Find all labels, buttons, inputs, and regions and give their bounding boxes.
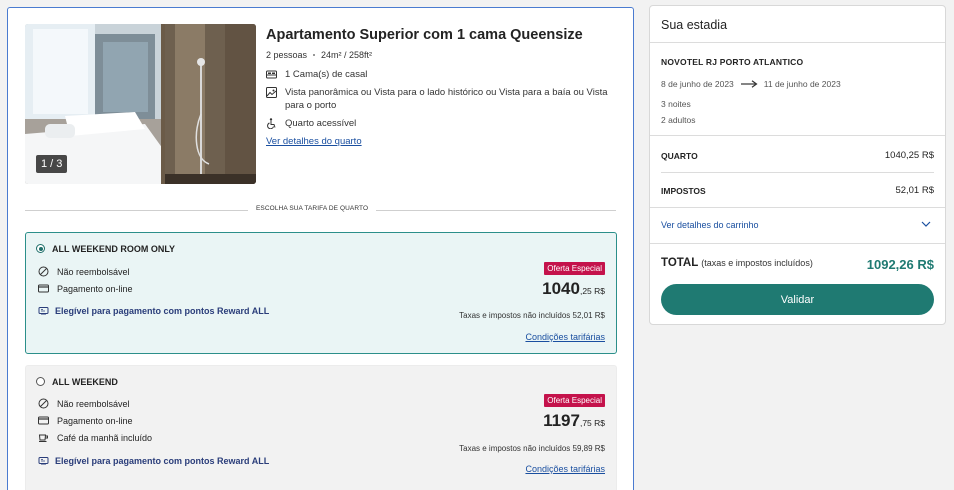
view-icon <box>266 87 277 98</box>
page: 1 / 3 Apartamento Superior com 1 cama Qu… <box>0 0 954 490</box>
rate-condition-label: Pagamento on-line <box>57 283 133 294</box>
chevron-down-icon[interactable] <box>921 221 931 228</box>
price-integer: 1040 <box>542 279 580 298</box>
rate-condition-online-payment: Pagamento on-line <box>38 415 133 426</box>
rate-price: 1040,25 R$ <box>542 279 605 299</box>
divider <box>650 42 945 43</box>
cart-details-link[interactable]: Ver detalhes do carrinho <box>661 220 759 230</box>
rate-option-selected[interactable]: ALL WEEKEND ROOM ONLY Não reembolsável P… <box>25 232 617 354</box>
tax-value: 52,01 R$ <box>895 185 934 196</box>
rate-name: ALL WEEKEND <box>52 377 118 387</box>
validate-button[interactable]: Validar <box>661 284 934 315</box>
room-feature-label: Vista panorâmica ou Vista para o lado hi… <box>285 87 608 111</box>
stay-title: Sua estadia <box>661 18 728 32</box>
tax-note: Taxas e impostos não incluídos 52,01 R$ <box>459 311 605 320</box>
adults-count: 2 adultos <box>661 115 696 125</box>
stay-dates: 8 de junho de 2023 11 de junho de 2023 <box>661 79 841 89</box>
rate-condition-label: Pagamento on-line <box>57 415 133 426</box>
divider <box>650 135 945 136</box>
total-label-text: TOTAL <box>661 257 699 269</box>
credit-card-icon <box>38 416 49 425</box>
special-offer-badge: Oferta Especial <box>544 262 605 275</box>
rate-condition-label: Não reembolsável <box>57 266 130 277</box>
room-info: Apartamento Superior com 1 cama Queensiz… <box>266 27 621 149</box>
arrow-right-icon <box>740 80 758 88</box>
rate-name: ALL WEEKEND ROOM ONLY <box>52 244 176 254</box>
date-to: 11 de junho de 2023 <box>763 79 841 89</box>
rate-radio[interactable] <box>36 377 45 386</box>
stay-summary: Sua estadia NOVOTEL RJ PORTO ATLANTICO 8… <box>649 5 946 325</box>
rate-radio-checked[interactable] <box>36 244 45 253</box>
room-size: 24m² / 258ft² <box>321 50 373 60</box>
rate-conditions-link[interactable]: Condições tarifárias <box>525 332 605 342</box>
rate-condition-nonrefundable: Não reembolsável <box>38 398 130 409</box>
room-feature-view: Vista panorâmica ou Vista para o lado hi… <box>266 86 621 112</box>
room-title: Apartamento Superior com 1 cama Queensiz… <box>266 27 583 43</box>
total-label: TOTAL (taxas e impostos incluídos) <box>661 257 813 269</box>
separator-dot <box>313 54 316 56</box>
rate-condition-label: Não reembolsável <box>57 398 130 409</box>
rate-condition-nonrefundable: Não reembolsável <box>38 266 130 277</box>
rate-condition-breakfast: Café da manhã incluído <box>38 432 152 443</box>
price-decimal: ,75 R$ <box>579 418 605 428</box>
rate-section-label: ESCOLHA SUA TARIFA DE QUARTO <box>248 205 377 212</box>
rate-condition-label: Café da manhã incluído <box>57 432 153 443</box>
room-card: 1 / 3 Apartamento Superior com 1 cama Qu… <box>7 7 634 490</box>
room-guests: 2 pessoas <box>266 50 308 60</box>
total-value: 1092,26 R$ <box>866 257 934 272</box>
no-refund-icon <box>38 398 49 409</box>
price-decimal: ,25 R$ <box>579 286 605 296</box>
special-offer-badge: Oferta Especial <box>544 394 605 407</box>
date-from: 8 de junho de 2023 <box>661 79 734 89</box>
bed-icon <box>266 70 277 79</box>
room-summary: 2 pessoas 24m² / 258ft² <box>266 50 621 60</box>
divider <box>650 243 945 244</box>
coffee-cup-icon <box>38 434 48 442</box>
no-refund-icon <box>38 266 49 277</box>
divider <box>650 207 945 208</box>
credit-card-icon <box>38 284 49 293</box>
room-details-link[interactable]: Ver detalhes do quarto <box>266 136 362 147</box>
rate-option[interactable]: ALL WEEKEND Não reembolsável Pagamento o… <box>25 365 617 490</box>
room-price-label: QUARTO <box>661 151 698 161</box>
rate-condition-online-payment: Pagamento on-line <box>38 283 133 294</box>
room-photo[interactable]: 1 / 3 <box>25 24 256 184</box>
nights-count: 3 noites <box>661 99 691 109</box>
rate-conditions-link[interactable]: Condições tarifárias <box>525 464 605 474</box>
reward-eligibility: Elegível para pagamento com pontos Rewar… <box>38 455 269 466</box>
room-price-value: 1040,25 R$ <box>884 150 934 161</box>
tax-note: Taxas e impostos não incluídos 59,89 R$ <box>459 444 605 453</box>
reward-label: Elegível para pagamento com pontos Rewar… <box>55 455 270 466</box>
accessible-icon <box>267 118 276 129</box>
reward-eligibility: Elegível para pagamento com pontos Rewar… <box>38 305 269 316</box>
reward-label: Elegível para pagamento com pontos Rewar… <box>55 305 270 316</box>
rate-price: 1197,75 R$ <box>543 411 605 431</box>
room-feature-bed: 1 Cama(s) de casal <box>266 68 621 81</box>
divider <box>661 172 934 173</box>
reward-icon <box>38 457 49 465</box>
room-feature-label: 1 Cama(s) de casal <box>285 69 368 80</box>
room-feature-label: Quarto acessível <box>285 118 357 129</box>
tax-label: IMPOSTOS <box>661 186 706 196</box>
reward-icon <box>38 307 49 315</box>
price-integer: 1197 <box>543 411 580 430</box>
hotel-name: NOVOTEL RJ PORTO ATLANTICO <box>661 57 804 67</box>
total-note: (taxas e impostos incluídos) <box>701 258 813 268</box>
room-feature-accessible: Quarto acessível <box>266 117 621 130</box>
photo-counter: 1 / 3 <box>36 155 68 173</box>
